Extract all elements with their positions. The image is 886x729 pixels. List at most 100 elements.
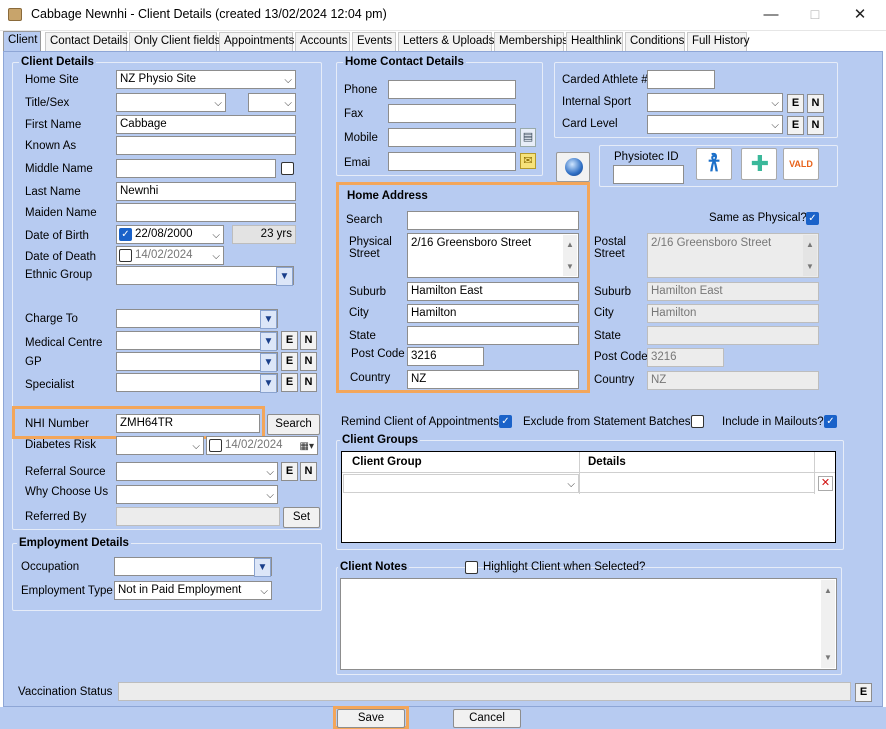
tab-full-history[interactable]: Full History <box>687 32 750 51</box>
city-input[interactable]: Hamilton <box>407 304 579 323</box>
fax-input[interactable] <box>388 104 516 123</box>
charge-to-select[interactable]: ▼ <box>116 309 278 329</box>
minimize-button[interactable]: — <box>748 0 794 30</box>
phone-input[interactable] <box>388 80 516 99</box>
address-search-input[interactable] <box>407 211 579 230</box>
title-select[interactable]: ⌵ <box>116 93 226 112</box>
vaccination-edit-button[interactable]: E <box>855 683 872 702</box>
highlight-client-checkbox[interactable] <box>465 561 478 574</box>
chevron-down-icon[interactable]: ▼ <box>260 353 277 372</box>
mobile-input[interactable] <box>388 128 516 147</box>
date-of-birth-picker[interactable]: ✓ 22/08/2000 ⌵ <box>116 225 224 244</box>
calculator-icon[interactable]: ▤ <box>520 128 536 147</box>
tab-client[interactable]: Client <box>3 31 41 52</box>
physical-street-textarea[interactable]: 2/16 Greensboro Street ▲ ▼ <box>407 233 579 278</box>
diabetes-date-picker[interactable]: 14/02/2024 ▦▾ <box>206 436 318 455</box>
chevron-down-icon[interactable]: ▼ <box>260 310 277 329</box>
first-name-input[interactable]: Cabbage <box>116 115 296 134</box>
internal-sport-select[interactable]: ⌵ <box>647 93 783 112</box>
medical-centre-select[interactable]: ▼ <box>116 331 278 351</box>
known-as-input[interactable] <box>116 136 296 155</box>
tab-events[interactable]: Events <box>352 32 396 51</box>
internal-sport-new-button[interactable]: N <box>807 94 824 113</box>
physiotec-id-input[interactable] <box>613 165 684 184</box>
tab-memberships[interactable]: Memberships <box>494 32 568 51</box>
ethnic-group-select[interactable]: ▼ <box>116 266 294 286</box>
client-notes-textarea[interactable]: ▲ ▼ <box>340 578 837 670</box>
home-site-select[interactable]: NZ Physio Site ⌵ <box>116 70 296 89</box>
remind-checkbox[interactable]: ✓ <box>499 415 512 428</box>
why-choose-us-select[interactable]: ⌵ <box>116 485 278 504</box>
chevron-down-icon[interactable]: ▼ <box>260 332 277 351</box>
referral-source-edit-button[interactable]: E <box>281 462 298 481</box>
nhi-number-input[interactable]: ZMH64TR <box>116 414 260 433</box>
state-input[interactable] <box>407 326 579 345</box>
chevron-down-icon[interactable]: ▼ <box>254 558 271 577</box>
country-input[interactable]: NZ <box>407 370 579 389</box>
specialist-select[interactable]: ▼ <box>116 373 278 393</box>
medical-centre-edit-button[interactable]: E <box>281 331 298 350</box>
exclude-checkbox[interactable] <box>691 415 704 428</box>
occupation-select[interactable]: ▼ <box>114 557 272 577</box>
card-level-edit-button[interactable]: E <box>787 116 804 135</box>
chevron-down-icon[interactable]: ▼ <box>260 374 277 393</box>
mailouts-checkbox[interactable]: ✓ <box>824 415 837 428</box>
close-button[interactable]: ✕ <box>837 0 883 30</box>
card-level-select[interactable]: ⌵ <box>647 115 783 134</box>
tab-appointments[interactable]: Appointments <box>219 32 294 51</box>
physical-street-scrollbar[interactable]: ▲ ▼ <box>563 235 577 276</box>
tab-healthlink[interactable]: Healthlink <box>566 32 623 51</box>
envelope-icon[interactable]: ✉ <box>520 153 536 169</box>
gp-select[interactable]: ▼ <box>116 352 278 372</box>
same-as-physical-checkbox[interactable]: ✓ <box>806 212 819 225</box>
referral-source-new-button[interactable]: N <box>300 462 317 481</box>
last-name-input[interactable]: Newnhi <box>116 182 296 201</box>
city-label: City <box>349 307 369 319</box>
diabetes-risk-select[interactable]: ⌵ <box>116 436 204 455</box>
middle-name-checkbox[interactable] <box>281 162 294 175</box>
tab-only-client-fields[interactable]: Only Client fields <box>129 32 220 51</box>
date-of-death-checkbox[interactable] <box>119 249 132 262</box>
maximize-button[interactable]: ☐ <box>792 0 838 30</box>
card-level-new-button[interactable]: N <box>807 116 824 135</box>
nhi-search-button[interactable]: Search <box>267 414 320 435</box>
internal-sport-edit-button[interactable]: E <box>787 94 804 113</box>
specialist-edit-button[interactable]: E <box>281 373 298 392</box>
date-of-birth-value: 22/08/2000 <box>135 228 193 240</box>
date-of-birth-checkbox[interactable]: ✓ <box>119 228 132 241</box>
cancel-button[interactable]: Cancel <box>453 709 521 728</box>
email-input[interactable] <box>388 152 516 171</box>
date-of-death-picker[interactable]: 14/02/2024 ⌵ <box>116 246 224 265</box>
specialist-new-button[interactable]: N <box>300 373 317 392</box>
employment-type-select[interactable]: Not in Paid Employment ⌵ <box>114 581 272 600</box>
tab-letters-uploads[interactable]: Letters & Uploads <box>398 32 494 51</box>
diabetes-date-checkbox[interactable] <box>209 439 222 452</box>
client-notes-scrollbar[interactable]: ▲ ▼ <box>821 580 835 668</box>
charge-to-label: Charge To <box>25 313 78 325</box>
tab-accounts[interactable]: Accounts <box>295 32 350 51</box>
details-cell[interactable] <box>580 474 814 493</box>
delete-row-icon[interactable]: ✕ <box>818 476 833 491</box>
referred-by-set-button[interactable]: Set <box>283 507 320 528</box>
post-code-input[interactable]: 3216 <box>407 347 484 366</box>
vald-logo[interactable]: VALD <box>783 148 819 180</box>
chevron-down-icon[interactable]: ▼ <box>276 267 293 286</box>
gp-new-button[interactable]: N <box>300 352 317 371</box>
globe-button[interactable] <box>556 152 590 182</box>
carded-athlete-input[interactable] <box>647 70 715 89</box>
sex-select[interactable]: ⌵ <box>248 93 296 112</box>
maiden-name-input[interactable] <box>116 203 296 222</box>
gp-edit-button[interactable]: E <box>281 352 298 371</box>
referral-source-select[interactable]: ⌵ <box>116 462 278 481</box>
suburb-input[interactable]: Hamilton East <box>407 282 579 301</box>
col-details[interactable]: Details <box>586 456 628 468</box>
save-button[interactable]: Save <box>337 709 405 728</box>
plus-arrows-button[interactable]: ✚ <box>741 148 777 180</box>
tab-conditions[interactable]: Conditions <box>625 32 685 51</box>
physiotec-figure-icon[interactable]: 𐀪 <box>696 148 732 180</box>
tab-contact-details[interactable]: Contact Details <box>45 32 128 51</box>
middle-name-input[interactable] <box>116 159 276 178</box>
client-group-select[interactable]: ⌵ <box>343 474 579 493</box>
col-client-group[interactable]: Client Group <box>350 456 424 468</box>
medical-centre-new-button[interactable]: N <box>300 331 317 350</box>
